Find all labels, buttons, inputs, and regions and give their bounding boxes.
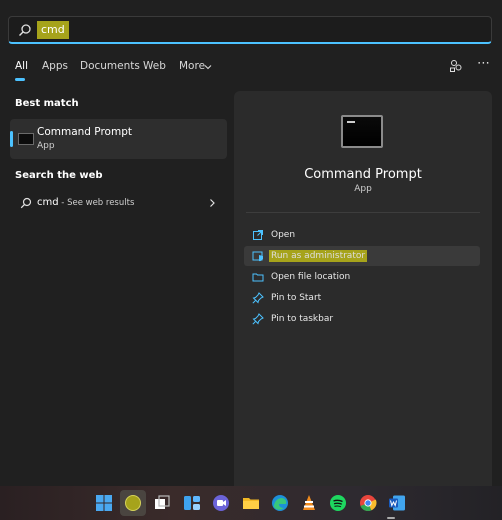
web-result-suffix: - See web results bbox=[58, 198, 135, 208]
tab-more[interactable]: More bbox=[179, 60, 205, 72]
shield-icon bbox=[252, 251, 263, 262]
tab-web[interactable]: Web bbox=[143, 60, 166, 72]
running-app-indicator bbox=[387, 517, 395, 519]
action-run-as-administrator-label: Run as administrator bbox=[269, 250, 368, 262]
action-pin-to-start[interactable]: Pin to Start bbox=[244, 288, 480, 308]
action-pin-to-taskbar[interactable]: Pin to taskbar bbox=[244, 309, 480, 329]
best-match-heading: Best match bbox=[15, 98, 79, 109]
divider bbox=[246, 212, 480, 213]
search-icon bbox=[20, 197, 32, 209]
search-icon[interactable] bbox=[124, 494, 142, 512]
selection-indicator bbox=[10, 131, 13, 147]
search-web-heading: Search the web bbox=[15, 170, 103, 181]
action-pin-to-start-label: Pin to Start bbox=[271, 293, 322, 303]
best-match-title: Command Prompt bbox=[37, 126, 132, 138]
action-open-file-location[interactable]: Open file location bbox=[244, 267, 480, 287]
file-explorer-icon[interactable] bbox=[242, 494, 260, 512]
detail-subtitle: App bbox=[354, 184, 372, 194]
folder-icon bbox=[252, 273, 264, 282]
prompt-cursor bbox=[347, 121, 355, 123]
action-run-as-administrator[interactable]: Run as administrator bbox=[244, 246, 480, 266]
tab-documents[interactable]: Documents bbox=[80, 60, 140, 72]
action-open-label: Open bbox=[271, 230, 296, 240]
start-icon[interactable] bbox=[95, 494, 113, 512]
teams-chat-icon[interactable] bbox=[212, 494, 230, 512]
action-pin-to-taskbar-label: Pin to taskbar bbox=[271, 314, 334, 324]
filter-tabs: All Apps Documents Web More ⋯ bbox=[0, 56, 502, 82]
chevron-down-icon bbox=[204, 65, 212, 70]
web-result-query: cmd bbox=[37, 197, 59, 208]
search-box[interactable]: cmd bbox=[8, 16, 492, 44]
web-result-text: cmd - See web results bbox=[37, 197, 134, 208]
chrome-icon[interactable] bbox=[359, 494, 377, 512]
action-open-file-location-label: Open file location bbox=[271, 272, 351, 282]
connected-accounts-icon[interactable] bbox=[449, 59, 463, 73]
more-options-icon[interactable]: ⋯ bbox=[477, 56, 491, 71]
start-search-panel: cmd All Apps Documents Web More ⋯ Best m… bbox=[0, 0, 502, 486]
search-input[interactable]: cmd bbox=[37, 21, 69, 39]
command-prompt-large-icon bbox=[341, 115, 383, 148]
widgets-icon[interactable] bbox=[183, 494, 201, 512]
action-open[interactable]: Open bbox=[244, 225, 480, 245]
best-match-item[interactable]: Command Prompt App bbox=[10, 119, 227, 159]
chevron-right-icon[interactable] bbox=[208, 198, 216, 208]
search-icon bbox=[19, 24, 31, 36]
tab-all[interactable]: All bbox=[15, 60, 28, 72]
command-prompt-icon bbox=[18, 133, 34, 145]
task-view-icon[interactable] bbox=[153, 494, 171, 512]
detail-title: Command Prompt bbox=[304, 167, 422, 182]
open-icon bbox=[253, 230, 263, 240]
tab-apps[interactable]: Apps bbox=[42, 60, 68, 72]
pin-icon bbox=[252, 292, 264, 304]
spotify-icon[interactable] bbox=[329, 494, 347, 512]
app-detail-panel: Command Prompt App Open Run as administr… bbox=[234, 91, 492, 486]
pin-icon bbox=[252, 313, 264, 325]
web-result-item[interactable]: cmd - See web results bbox=[10, 192, 227, 214]
edge-icon[interactable] bbox=[271, 494, 289, 512]
vlc-icon[interactable] bbox=[300, 494, 318, 512]
taskbar bbox=[0, 486, 502, 520]
best-match-subtitle: App bbox=[37, 141, 55, 151]
active-tab-indicator bbox=[15, 78, 25, 81]
word-icon[interactable] bbox=[388, 494, 406, 512]
